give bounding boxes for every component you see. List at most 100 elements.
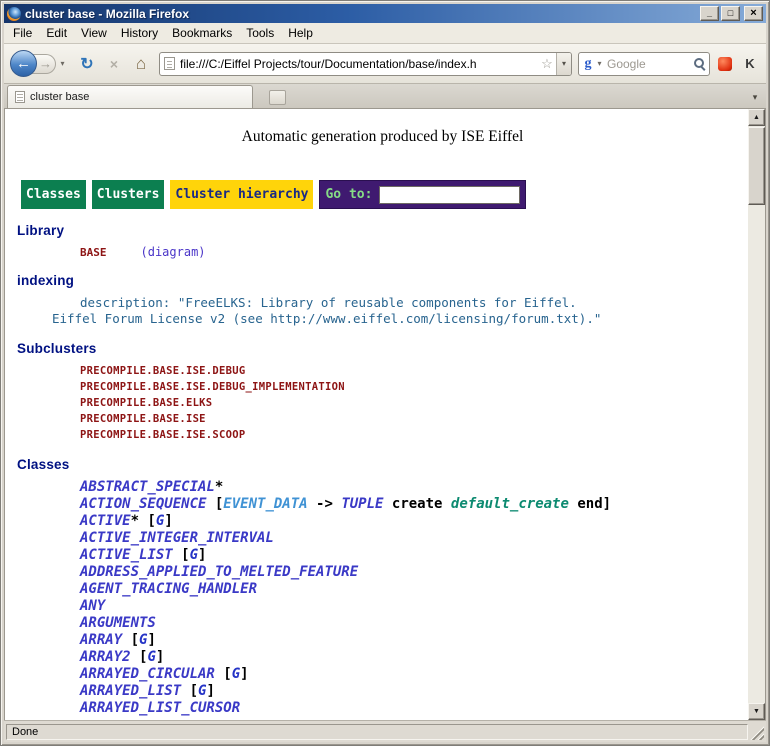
code-text: ] xyxy=(147,632,155,648)
menu-history[interactable]: History xyxy=(114,24,165,42)
class-row: ARRAYED_LIST [G] xyxy=(80,683,748,700)
code-text: ] xyxy=(206,683,214,699)
tab-label: cluster base xyxy=(30,91,89,103)
menu-bookmarks[interactable]: Bookmarks xyxy=(165,24,239,42)
doc-nav-row: Classes Clusters Cluster hierarchy Go to… xyxy=(21,180,748,209)
list-all-tabs-button[interactable]: ▾ xyxy=(747,88,763,106)
class-link[interactable]: ADDRESS_APPLIED_TO_MELTED_FEATURE xyxy=(80,564,358,580)
url-history-dropdown[interactable]: ▾ xyxy=(556,53,571,75)
code-text: ] xyxy=(156,649,164,665)
subcluster-link[interactable]: PRECOMPILE.BASE.ISE.DEBUG_IMPLEMENTATION xyxy=(80,379,748,395)
tab-bar: cluster base ▾ xyxy=(4,84,766,109)
class-link[interactable]: ARRAYED_LIST_CURSOR xyxy=(80,700,240,716)
subcluster-link[interactable]: PRECOMPILE.BASE.ISE.DEBUG xyxy=(80,363,748,379)
menu-help[interactable]: Help xyxy=(281,24,320,42)
code-text: [ xyxy=(122,632,139,648)
classes-button[interactable]: Classes xyxy=(21,180,86,209)
google-icon: g xyxy=(582,56,594,72)
code-text: end xyxy=(569,496,603,512)
class-link[interactable]: ACTION_SEQUENCE xyxy=(80,496,206,512)
subcluster-link[interactable]: PRECOMPILE.BASE.ISE xyxy=(80,411,748,427)
code-text: [ xyxy=(181,683,198,699)
class-link[interactable]: ACTIVE_INTEGER_INTERVAL xyxy=(80,530,274,546)
home-button[interactable]: ⌂ xyxy=(129,52,153,76)
library-name: BASE xyxy=(80,246,107,259)
code-text: create xyxy=(383,496,450,512)
class-link[interactable]: ABSTRACT_SPECIAL xyxy=(80,479,215,495)
history-dropdown-button[interactable]: ▾ xyxy=(56,54,69,74)
minimize-button[interactable]: _ xyxy=(700,6,719,21)
scroll-up-button[interactable]: ▲ xyxy=(748,109,765,126)
back-icon: ← xyxy=(16,55,31,72)
subcluster-link[interactable]: PRECOMPILE.BASE.ELKS xyxy=(80,395,748,411)
search-box[interactable]: g ▾ Google xyxy=(578,52,710,76)
code-text: ] xyxy=(164,513,172,529)
class-link[interactable]: ARRAY2 xyxy=(80,649,131,665)
menubar: FileEditViewHistoryBookmarksToolsHelp xyxy=(4,23,766,44)
class-row: ACTIVE_INTEGER_INTERVAL xyxy=(80,530,748,547)
back-forward-group: ← → ▾ xyxy=(10,50,69,77)
class-link[interactable]: ARRAY xyxy=(80,632,122,648)
search-input[interactable]: Google xyxy=(605,57,693,71)
indexing-line-2: Eiffel Forum License v2 (see http://www.… xyxy=(52,311,748,327)
diagram-link[interactable]: (diagram) xyxy=(141,245,206,259)
nav-toolbar: ← → ▾ ↻ × ⌂ file:///C:/Eiffel Projects/t… xyxy=(4,44,766,84)
firefox-window: cluster base - Mozilla Firefox _ □ × Fil… xyxy=(0,0,770,746)
menu-edit[interactable]: Edit xyxy=(39,24,74,42)
feature-link[interactable]: default_create xyxy=(451,496,569,512)
search-engine-dropdown[interactable]: ▾ xyxy=(594,59,605,68)
cluster-hierarchy-button[interactable]: Cluster hierarchy xyxy=(170,180,313,209)
menu-file[interactable]: File xyxy=(6,24,39,42)
bookmark-star-icon[interactable]: ☆ xyxy=(538,56,556,72)
clusters-button[interactable]: Clusters xyxy=(92,180,165,209)
menu-view[interactable]: View xyxy=(74,24,114,42)
library-line: BASE (diagram) xyxy=(80,245,748,259)
resize-grip[interactable] xyxy=(750,726,764,740)
class-link[interactable]: ACTIVE_LIST xyxy=(80,547,173,563)
indexing-heading: indexing xyxy=(17,273,748,288)
class-row: ARGUMENTS xyxy=(80,615,748,632)
class-link[interactable]: ARRAYED_CIRCULAR xyxy=(80,666,215,682)
chevron-down-icon: ▾ xyxy=(60,59,64,68)
class-link[interactable]: ARGUMENTS xyxy=(80,615,156,631)
class-link[interactable]: ACTIVE xyxy=(80,513,131,529)
chevron-down-icon: ▾ xyxy=(753,92,758,103)
scroll-down-button[interactable]: ▼ xyxy=(748,703,765,720)
menu-tools[interactable]: Tools xyxy=(239,24,281,42)
class-link[interactable]: ARRAYED_LIST xyxy=(80,683,181,699)
close-button[interactable]: × xyxy=(744,6,763,21)
addon-icon-red[interactable] xyxy=(715,54,735,74)
generic-link[interactable]: G xyxy=(147,649,155,665)
goto-box: Go to: xyxy=(319,180,526,209)
addon-icon-k[interactable]: K xyxy=(740,54,760,74)
page-banner: Automatic generation produced by ISE Eif… xyxy=(17,128,748,146)
refresh-button[interactable]: ↻ xyxy=(75,52,99,76)
url-text[interactable]: file:///C:/Eiffel Projects/tour/Document… xyxy=(180,57,538,71)
code-text: [ xyxy=(206,496,223,512)
class-row: ARRAY [G] xyxy=(80,632,748,649)
url-bar[interactable]: file:///C:/Eiffel Projects/tour/Document… xyxy=(159,52,572,76)
generic-link[interactable]: G xyxy=(190,547,198,563)
maximize-button[interactable]: □ xyxy=(721,6,740,21)
tab-strip-button[interactable] xyxy=(269,90,286,105)
class-link[interactable]: AGENT_TRACING_HANDLER xyxy=(80,581,257,597)
titlebar[interactable]: cluster base - Mozilla Firefox _ □ × xyxy=(4,4,766,23)
constraint-link[interactable]: EVENT_DATA xyxy=(223,496,307,512)
class-link[interactable]: ANY xyxy=(80,598,105,614)
class-row: ARRAYED_LIST_CURSOR xyxy=(80,700,748,717)
stop-button[interactable]: × xyxy=(102,52,126,76)
scrollbar-track[interactable] xyxy=(748,126,765,703)
vertical-scrollbar[interactable]: ▲ ▼ xyxy=(748,109,765,720)
tab-cluster-base[interactable]: cluster base xyxy=(7,85,253,108)
subcluster-link[interactable]: PRECOMPILE.BASE.ISE.SCOOP xyxy=(80,427,748,443)
code-text: ] xyxy=(198,547,206,563)
generic-link[interactable]: G xyxy=(232,666,240,682)
scrollbar-thumb[interactable] xyxy=(748,127,765,205)
back-button[interactable]: ← xyxy=(10,50,37,77)
class-link[interactable]: TUPLE xyxy=(341,496,383,512)
firefox-icon xyxy=(7,7,21,21)
search-icon[interactable] xyxy=(693,57,706,70)
maximize-icon: □ xyxy=(728,9,733,18)
code-text: [ xyxy=(173,547,190,563)
goto-input[interactable] xyxy=(379,186,520,204)
